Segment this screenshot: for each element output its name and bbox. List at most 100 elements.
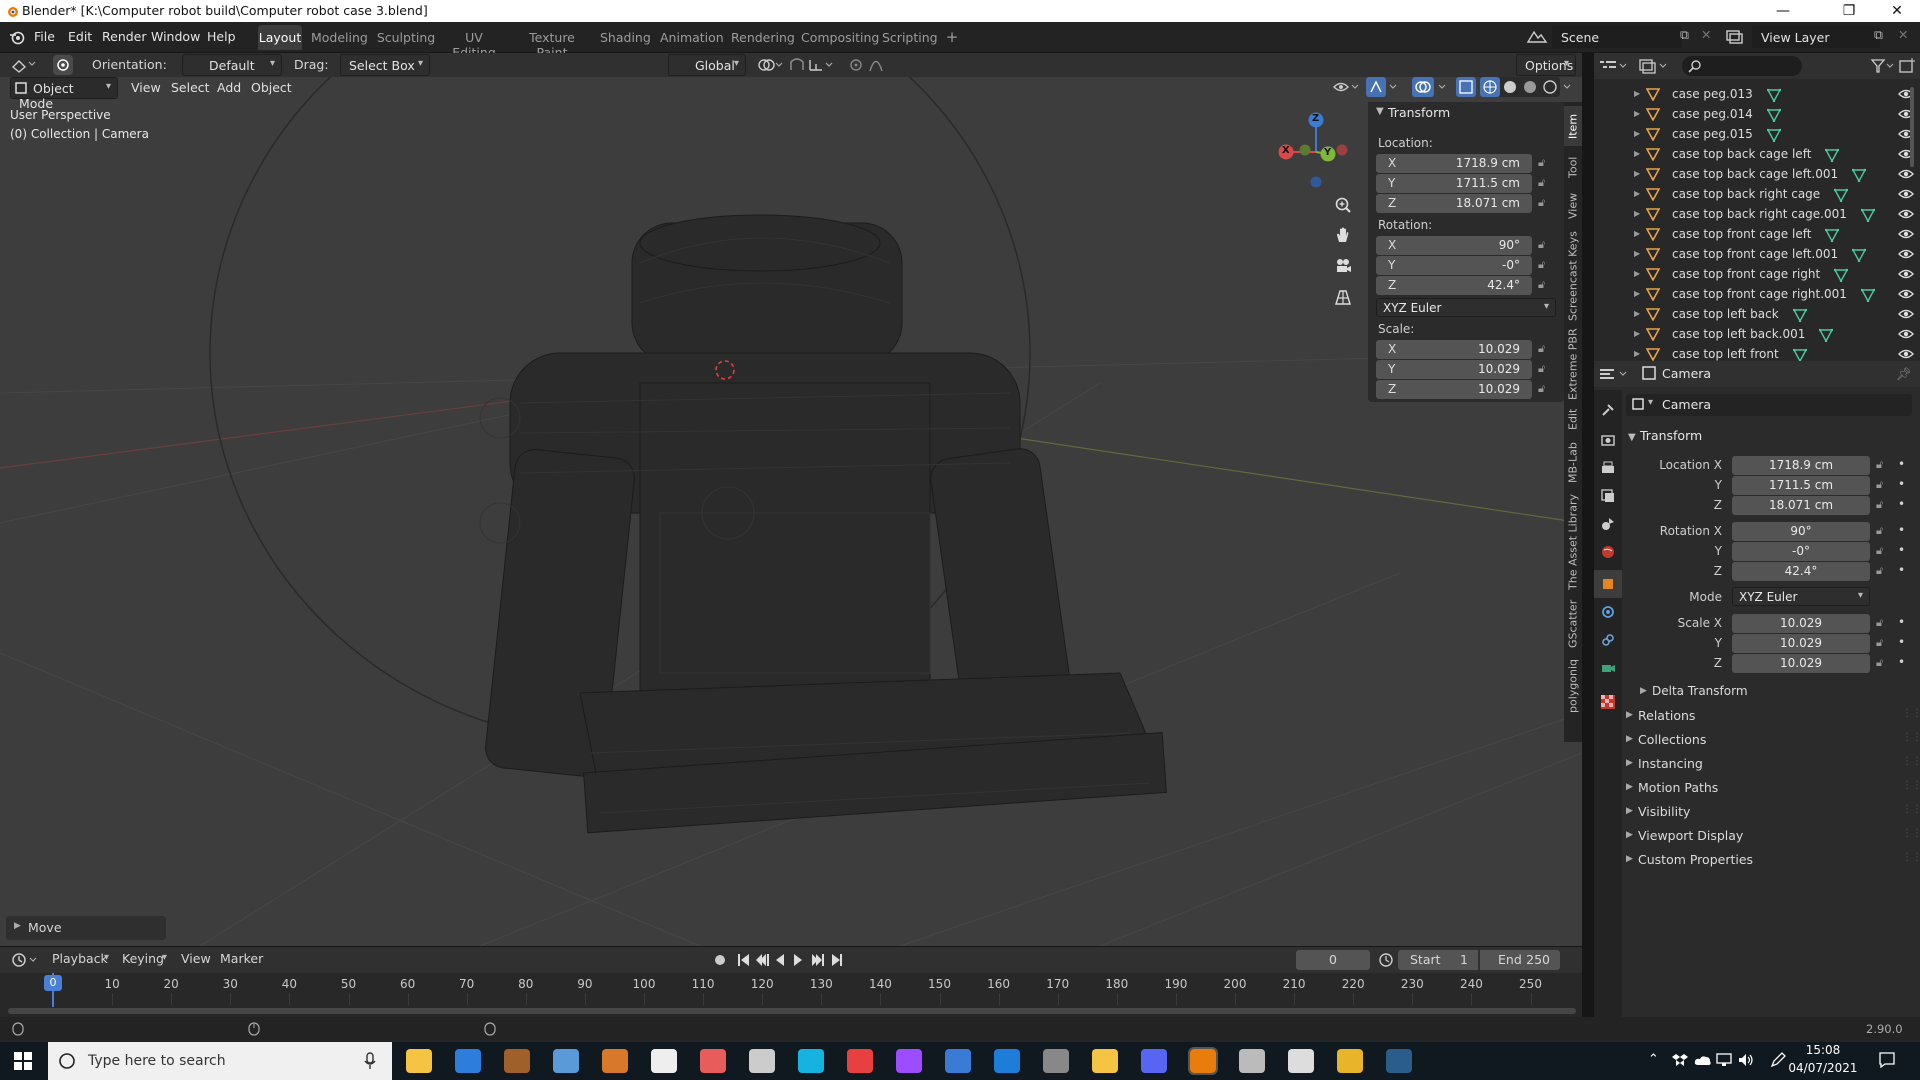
timeline-menu-keying[interactable]: Keying (122, 951, 164, 966)
collapsed-panel[interactable]: ▶ Custom Properties ⋮⋮ (1622, 850, 1920, 872)
lock-icon[interactable]: 🔓︎ (1876, 498, 1883, 512)
app-icon[interactable] (798, 1049, 824, 1073)
collapse-arrow-icon[interactable]: ▼ (1628, 432, 1636, 443)
lock-icon[interactable]: 🔓︎ (1876, 616, 1883, 630)
app-icon[interactable] (1239, 1049, 1265, 1073)
start-frame-field[interactable]: Start 1 (1398, 950, 1478, 970)
lock-icon[interactable]: 🔓︎ (1538, 382, 1554, 396)
scale-z-field[interactable]: Z 10.029 (1376, 380, 1532, 399)
timeline-menu-view[interactable]: View (181, 951, 211, 966)
menu-file[interactable]: File (34, 29, 55, 44)
outliner-editor-icon[interactable] (1598, 58, 1628, 74)
outliner-item[interactable]: ▶ case top front cage left.001 (1594, 245, 1920, 265)
eye-visibility-icon[interactable] (1898, 347, 1914, 361)
scale-x-field[interactable]: X 10.029 (1376, 340, 1532, 359)
keyframe-dot-icon[interactable]: • (1898, 543, 1905, 557)
tray-icons[interactable]: ⌃ (1648, 1052, 1659, 1067)
proportional-editing-icon[interactable] (848, 56, 898, 74)
mesh-data-icon[interactable] (1852, 248, 1866, 262)
eye-visibility-icon[interactable] (1898, 327, 1914, 341)
sidebar-tab-gscatter[interactable]: GScatter (1564, 596, 1582, 652)
lock-icon[interactable]: 🔓︎ (1538, 156, 1554, 170)
perspective-toggle-icon[interactable] (1334, 288, 1352, 306)
expand-arrow-icon[interactable]: ▶ (1634, 189, 1640, 198)
tray-dropbox-icon[interactable] (1672, 1052, 1688, 1068)
tab-scripting[interactable]: Scripting (882, 25, 938, 50)
expand-arrow-icon[interactable]: ▶ (1634, 289, 1640, 298)
options-dropdown[interactable]: Options ▾ (1516, 54, 1576, 76)
microphone-icon[interactable] (364, 1052, 376, 1070)
texture-tab-icon[interactable] (1600, 694, 1616, 710)
drag-handle-icon[interactable]: ⋮⋮ (1902, 708, 1920, 719)
scene-selector[interactable]: Scene (1552, 26, 1682, 48)
notifications-icon[interactable] (1878, 1051, 1896, 1069)
tab-texture-paint[interactable]: Texture Paint (515, 25, 589, 60)
playhead-marker[interactable]: 0 (44, 975, 62, 991)
mesh-data-icon[interactable] (1825, 148, 1839, 162)
expand-arrow-icon[interactable]: ▶ (1640, 686, 1647, 696)
keyframe-dot-icon[interactable]: • (1898, 615, 1905, 629)
viewport-menu-object[interactable]: Object (251, 80, 292, 95)
active-tool-icon[interactable] (52, 54, 74, 76)
world-tab-icon[interactable] (1600, 544, 1616, 560)
expand-arrow-icon[interactable]: ▶ (1634, 249, 1640, 258)
timeline-menu-marker[interactable]: Marker (220, 951, 263, 966)
properties-editor-icon[interactable] (1598, 366, 1628, 382)
prop-rotation-y-field[interactable]: -0° (1732, 542, 1870, 561)
expand-arrow-icon[interactable]: ▶ (1634, 349, 1640, 358)
last-operator-panel[interactable]: ▶ Move (6, 916, 166, 940)
snap-icon[interactable] (788, 56, 838, 74)
mesh-data-icon[interactable] (1793, 308, 1807, 322)
editor-type-icon[interactable] (10, 55, 38, 73)
lock-icon[interactable]: 🔓︎ (1876, 524, 1883, 538)
mesh-data-icon[interactable] (1834, 188, 1848, 202)
app-icon[interactable] (651, 1049, 677, 1073)
outliner-item[interactable]: ▶ case top front cage left (1594, 225, 1920, 245)
eye-visibility-icon[interactable] (1898, 307, 1914, 321)
lock-icon[interactable]: 🔓︎ (1876, 544, 1883, 558)
location-z-field[interactable]: Z 18.071 cm (1376, 194, 1532, 213)
end-frame-field[interactable]: End 250 (1480, 950, 1560, 970)
prop-rotation-z-field[interactable]: 42.4° (1732, 562, 1870, 581)
tab-rendering[interactable]: Rendering (731, 25, 795, 50)
area-divider[interactable] (1582, 53, 1594, 1017)
prop-rotation-x-field[interactable]: 90° (1732, 522, 1870, 541)
tab-shading[interactable]: Shading (600, 25, 651, 50)
location-y-field[interactable]: Y 1711.5 cm (1376, 174, 1532, 193)
expand-arrow-icon[interactable]: ▶ (1634, 129, 1640, 138)
viewport-menu-add[interactable]: Add (217, 80, 241, 95)
tab-uv-editing[interactable]: UV Editing (444, 25, 504, 60)
minimize-button[interactable]: — (1760, 0, 1806, 22)
lock-icon[interactable]: 🔓︎ (1538, 196, 1554, 210)
visibility-icon[interactable] (1332, 78, 1360, 96)
keyframe-dot-icon[interactable]: • (1898, 563, 1905, 577)
sidebar-tab-edit[interactable]: Edit (1564, 404, 1582, 434)
discord-icon[interactable] (1141, 1049, 1167, 1073)
zoom-icon[interactable] (1334, 196, 1352, 214)
viewport-menu-view[interactable]: View (131, 80, 161, 95)
app-icon[interactable] (847, 1049, 873, 1073)
drag-handle-icon[interactable]: ⋮⋮ (1902, 852, 1920, 863)
pan-hand-icon[interactable] (1334, 226, 1352, 244)
orientation-dropdown[interactable]: Default ▾ (182, 54, 282, 76)
outliner-item[interactable]: ▶ case top left back (1594, 305, 1920, 325)
tray-pen-icon[interactable] (1770, 1052, 1786, 1068)
sidebar-tab-screencast-keys[interactable]: Screencast Keys (1564, 228, 1582, 324)
taskbar-clock-date[interactable]: 04/07/2021 (1788, 1061, 1858, 1075)
mesh-data-icon[interactable] (1819, 328, 1833, 342)
drag-dropdown[interactable]: Select Box ▾ (340, 54, 430, 76)
steam-icon[interactable] (1386, 1049, 1412, 1073)
mesh-data-icon[interactable] (1767, 88, 1781, 102)
menu-render[interactable]: Render (102, 29, 147, 44)
timeline-editor-icon[interactable] (10, 951, 40, 969)
filter-icon[interactable] (1870, 58, 1896, 74)
overlays-toggle-icon[interactable] (1412, 77, 1450, 97)
expand-arrow-icon[interactable]: ▶ (1634, 229, 1640, 238)
new-scene-icon[interactable]: ⧉ (1680, 27, 1689, 43)
maximize-button[interactable]: ❐ (1826, 0, 1872, 22)
delta-transform-subpanel[interactable]: Delta Transform (1652, 684, 1748, 698)
constraints-tab-icon[interactable] (1600, 632, 1616, 648)
new-collection-icon[interactable] (1898, 57, 1916, 75)
drag-handle-icon[interactable]: ⋮⋮ (1902, 756, 1920, 767)
view-layer-tab-icon[interactable] (1600, 488, 1616, 504)
